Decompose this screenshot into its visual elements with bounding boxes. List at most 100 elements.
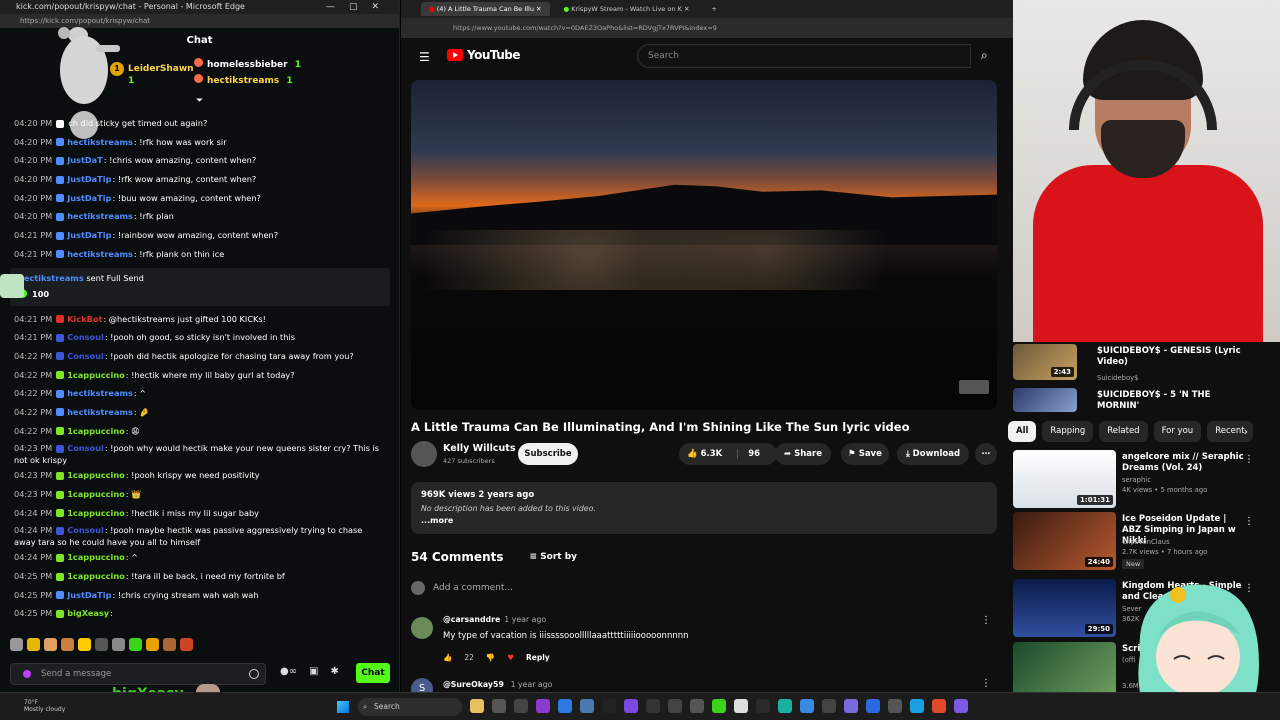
chat-username[interactable]: KickBot: [67, 314, 102, 324]
subscribe-button[interactable]: Subscribe: [518, 443, 578, 465]
chat-username[interactable]: hectikstreams: [67, 407, 133, 417]
thumbs-up-icon[interactable]: 👍: [443, 653, 452, 662]
chat-send-button[interactable]: Chat: [356, 663, 390, 683]
show-more-link[interactable]: ...more: [421, 516, 987, 525]
search-icon[interactable]: ⌕: [981, 48, 988, 63]
description-box[interactable]: 969K views 2 years ago No description ha…: [411, 482, 997, 534]
video-thumbnail[interactable]: 29:50: [1013, 579, 1116, 637]
save-button[interactable]: ⚑ Save: [841, 443, 889, 465]
chat-username[interactable]: hectikstreams: [67, 249, 133, 259]
chevron-down-icon[interactable]: ⏷: [196, 96, 203, 106]
more-options-icon[interactable]: ⋮: [1244, 516, 1254, 527]
reply-button[interactable]: Reply: [526, 653, 550, 662]
chat-username[interactable]: JustDaTip: [67, 590, 111, 600]
video-thumbnail[interactable]: 24:40: [1013, 512, 1116, 570]
app-icon[interactable]: [646, 699, 660, 713]
edge-icon[interactable]: [910, 699, 924, 713]
add-comment-input[interactable]: Add a comment...: [411, 580, 997, 596]
chat-username[interactable]: Consoul: [67, 443, 104, 453]
chat-username[interactable]: hectikstreams: [67, 388, 133, 398]
commenter-avatar[interactable]: S: [411, 678, 433, 692]
youtube-logo[interactable]: YouTube: [447, 48, 521, 62]
app-icon[interactable]: [866, 699, 880, 713]
app-icon[interactable]: [602, 699, 616, 713]
chat-username[interactable]: hectikstreams: [67, 137, 133, 147]
window-controls[interactable]: —▢✕: [326, 0, 393, 14]
app-icon[interactable]: [690, 699, 704, 713]
tab-kick[interactable]: ● KrispyW Stream - Watch Live on K ✕: [556, 2, 698, 16]
recommendation-item[interactable]: 1:01:31 angelcore mix // Seraphic Dreams…: [1009, 450, 1274, 510]
chat-username[interactable]: JustDaTip: [67, 174, 111, 184]
app-icon[interactable]: [558, 699, 572, 713]
app-icon[interactable]: [954, 699, 968, 713]
download-button[interactable]: ⤓ Download: [897, 443, 969, 465]
recommendation-item[interactable]: 24:40 Ice Poseidon Update | ABZ Simping …: [1009, 512, 1274, 572]
chat-username[interactable]: 1cappuccino: [67, 489, 125, 499]
more-actions-icon[interactable]: ⋯: [975, 443, 997, 465]
commenter-avatar[interactable]: [411, 617, 433, 639]
chip-for-you[interactable]: For you: [1153, 421, 1202, 442]
address-bar[interactable]: https://www.youtube.com/watch?v=0DAEZ3Oa…: [401, 18, 1013, 38]
windows-start-icon[interactable]: [337, 701, 349, 713]
emoji-icon[interactable]: [249, 669, 259, 679]
video-thumbnail[interactable]: [1013, 642, 1116, 692]
app-icon[interactable]: [734, 699, 748, 713]
chip-all[interactable]: All: [1008, 421, 1037, 442]
chip-rapping[interactable]: Rapping: [1042, 421, 1094, 442]
app-icon[interactable]: [712, 699, 726, 713]
video-thumbnail[interactable]: 2:43: [1013, 344, 1077, 380]
share-button[interactable]: ➦ Share: [775, 443, 831, 465]
new-tab-button[interactable]: +: [703, 2, 724, 16]
taskbar-search-box[interactable]: ⌕ Search: [358, 698, 462, 716]
gear-icon[interactable]: ✱: [331, 666, 339, 677]
chat-username[interactable]: JustDaT: [67, 155, 103, 165]
chat-username[interactable]: 1cappuccino: [67, 470, 125, 480]
app-icon[interactable]: [822, 699, 836, 713]
channel-avatar[interactable]: [411, 441, 437, 467]
thumbs-up-icon[interactable]: 👍: [687, 449, 698, 459]
like-dislike-button[interactable]: 👍 6.3K 96: [679, 443, 777, 465]
video-thumbnail[interactable]: 1:01:31: [1013, 450, 1116, 508]
chat-username[interactable]: 1cappuccino: [67, 426, 125, 436]
chat-username[interactable]: 1cappuccino: [67, 571, 125, 581]
app-icon[interactable]: [492, 699, 506, 713]
app-icon[interactable]: [756, 699, 770, 713]
chat-username[interactable]: hectikstreams: [67, 211, 133, 221]
comment-menu-icon[interactable]: ⋮: [981, 615, 991, 626]
gift-box-icon[interactable]: ▣: [309, 666, 318, 677]
app-icon[interactable]: [800, 699, 814, 713]
more-options-icon[interactable]: ⋮: [1244, 454, 1254, 465]
weather-widget[interactable]: 70°F Mostly cloudy: [24, 699, 65, 713]
chat-username[interactable]: JustDaTip: [67, 230, 111, 240]
chat-username[interactable]: Consoul: [67, 351, 104, 361]
thumbs-down-icon[interactable]: 👎: [486, 653, 495, 662]
app-icon[interactable]: [932, 699, 946, 713]
app-icon[interactable]: [580, 699, 594, 713]
video-thumbnail[interactable]: [1013, 388, 1077, 412]
app-icon[interactable]: [536, 699, 550, 713]
sort-by-button[interactable]: ≡ Sort by: [530, 552, 578, 562]
chip-related[interactable]: Related: [1099, 421, 1148, 442]
menu-icon[interactable]: ☰: [419, 50, 430, 64]
app-icon[interactable]: [888, 699, 902, 713]
file-explorer-icon[interactable]: [470, 699, 484, 713]
chevron-right-icon[interactable]: ›: [1244, 425, 1248, 438]
chat-username[interactable]: 1cappuccino: [67, 370, 125, 380]
comment-menu-icon[interactable]: ⋮: [981, 678, 991, 689]
app-icon[interactable]: [624, 699, 638, 713]
channel-name[interactable]: Kelly Willcuts: [443, 443, 516, 454]
chat-username[interactable]: JustDaTip: [67, 193, 111, 203]
video-player[interactable]: [411, 80, 997, 410]
send-message-input[interactable]: Send a message: [10, 663, 266, 685]
chat-username[interactable]: Consoul: [67, 525, 104, 535]
tab-youtube[interactable]: ● (4) A Little Trauma Can Be Illu ✕: [421, 2, 550, 16]
app-icon[interactable]: [514, 699, 528, 713]
chat-username[interactable]: Consoul: [67, 332, 104, 342]
app-icon[interactable]: [668, 699, 682, 713]
chat-username[interactable]: 1cappuccino: [67, 552, 125, 562]
chat-username[interactable]: 1cappuccino: [67, 508, 125, 518]
emote-bar[interactable]: [10, 638, 193, 651]
chat-username[interactable]: bigXeasy: [67, 608, 109, 618]
app-icon[interactable]: [778, 699, 792, 713]
app-icon[interactable]: [844, 699, 858, 713]
